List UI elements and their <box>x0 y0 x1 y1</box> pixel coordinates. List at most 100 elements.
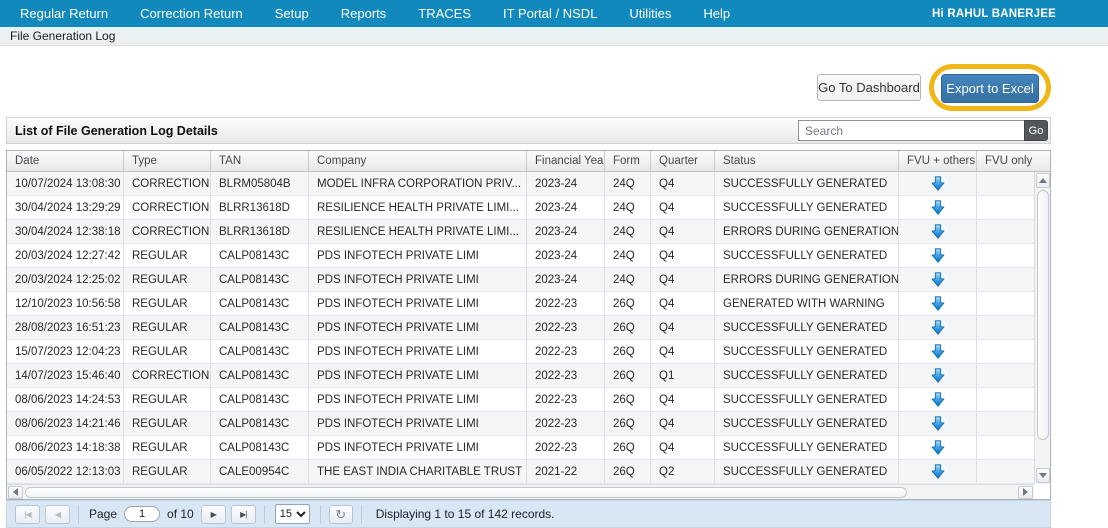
download-fvu-icon[interactable] <box>931 296 945 311</box>
column-header-fy[interactable]: Financial Year <box>527 151 605 171</box>
cell-company: PDS INFOTECH PRIVATE LIMI <box>309 244 527 267</box>
download-fvu-icon[interactable] <box>931 248 945 263</box>
cell-status: SUCCESSFULLY GENERATED <box>715 388 899 411</box>
file-generation-log-panel: List of File Generation Log Details Go D… <box>6 117 1051 528</box>
log-table: Date Type TAN Company Financial Year Form Quar… <box>6 150 1051 500</box>
nav-item-utilities[interactable]: Utilities <box>613 0 687 27</box>
nav-item-traces[interactable]: TRACES <box>402 0 487 27</box>
page-of-label: of 10 <box>167 507 194 521</box>
cell-status: SUCCESSFULLY GENERATED <box>715 460 899 483</box>
cell-date: 20/03/2024 12:25:02 <box>7 268 124 291</box>
column-header-type[interactable]: Type <box>124 151 211 171</box>
table-row[interactable]: 30/04/2024 12:38:18 CORRECTION BLRR13618D R… <box>7 220 1034 244</box>
vertical-scrollbar[interactable] <box>1034 172 1050 484</box>
cell-form: 26Q <box>605 388 651 411</box>
cell-form: 26Q <box>605 316 651 339</box>
scroll-up-button[interactable] <box>1035 173 1050 188</box>
cell-quarter: Q4 <box>651 316 715 339</box>
table-row[interactable]: 12/10/2023 10:56:58 REGULAR CALP08143C PDS … <box>7 292 1034 316</box>
cell-form: 26Q <box>605 460 651 483</box>
search-input[interactable] <box>798 120 1024 141</box>
records-summary: Displaying 1 to 15 of 142 records. <box>375 507 555 521</box>
download-fvu-icon[interactable] <box>931 368 945 383</box>
column-header-company[interactable]: Company <box>309 151 527 171</box>
download-fvu-icon[interactable] <box>931 176 945 191</box>
table-row[interactable]: 15/07/2023 12:04:23 REGULAR CALP08143C PDS … <box>7 340 1034 364</box>
cell-date: 10/07/2024 13:08:30 <box>7 172 124 195</box>
column-header-tan[interactable]: TAN <box>211 151 309 171</box>
cell-type: CORRECTION <box>124 364 211 387</box>
cell-type: REGULAR <box>124 436 211 459</box>
download-fvu-icon[interactable] <box>931 200 945 215</box>
cell-fy: 2023-24 <box>527 268 605 291</box>
column-header-fvu_others[interactable]: FVU + others <box>899 151 977 171</box>
cell-form: 26Q <box>605 292 651 315</box>
column-header-date[interactable]: Date <box>7 151 124 171</box>
cell-date: 08/06/2023 14:18:38 <box>7 436 124 459</box>
table-row[interactable]: 14/07/2023 15:46:40 CORRECTION CALP08143C P… <box>7 364 1034 388</box>
next-page-button[interactable]: ▶ <box>200 504 226 524</box>
vertical-scrollbar-thumb[interactable] <box>1036 190 1049 440</box>
download-fvu-icon[interactable] <box>931 320 945 335</box>
column-header-quarter[interactable]: Quarter <box>651 151 715 171</box>
download-fvu-icon[interactable] <box>931 272 945 287</box>
cell-fvu_only <box>977 388 1034 411</box>
table-row[interactable]: 06/05/2022 12:13:03 REGULAR CALE00954C THE … <box>7 460 1034 484</box>
nav-item-reports[interactable]: Reports <box>325 0 403 27</box>
horizontal-scrollbar[interactable] <box>7 484 1034 499</box>
cell-date: 30/04/2024 12:38:18 <box>7 220 124 243</box>
top-nav-bar: Regular Return Correction Return Setup Repo… <box>0 0 1108 27</box>
cell-fy: 2022-23 <box>527 412 605 435</box>
prev-page-button[interactable]: ◀ <box>45 504 70 524</box>
download-fvu-icon[interactable] <box>931 224 945 239</box>
nav-item-setup[interactable]: Setup <box>259 0 325 27</box>
cell-status: SUCCESSFULLY GENERATED <box>715 436 899 459</box>
column-header-form[interactable]: Form <box>605 151 651 171</box>
last-page-button[interactable]: ▶| <box>230 504 256 524</box>
export-to-excel-button[interactable]: Export to Excel <box>941 74 1039 103</box>
cell-tan: CALP08143C <box>211 316 309 339</box>
search-go-button[interactable]: Go <box>1024 120 1048 141</box>
table-row[interactable]: 08/06/2023 14:24:53 REGULAR CALP08143C PDS … <box>7 388 1034 412</box>
download-fvu-icon[interactable] <box>931 416 945 431</box>
cell-quarter: Q4 <box>651 340 715 363</box>
horizontal-scrollbar-thumb[interactable] <box>25 486 907 498</box>
cell-fvu_only <box>977 172 1034 195</box>
first-page-button[interactable]: |◀ <box>15 504 40 524</box>
go-to-dashboard-button[interactable]: Go To Dashboard <box>817 74 921 101</box>
scroll-right-button[interactable] <box>1018 485 1033 499</box>
cell-tan: BLRM05804B <box>211 172 309 195</box>
page-size-select[interactable]: 15 <box>274 504 310 524</box>
table-row[interactable]: 10/07/2024 13:08:30 CORRECTION BLRM05804B M… <box>7 172 1034 196</box>
download-fvu-icon[interactable] <box>931 440 945 455</box>
table-row[interactable]: 20/03/2024 12:27:42 REGULAR CALP08143C PDS … <box>7 244 1034 268</box>
nav-item-correction-return[interactable]: Correction Return <box>124 0 259 27</box>
scroll-left-button[interactable] <box>8 485 23 499</box>
cell-company: RESILIENCE HEALTH PRIVATE LIMI... <box>309 220 527 243</box>
table-row[interactable]: 30/04/2024 13:29:29 CORRECTION BLRR13618D R… <box>7 196 1034 220</box>
nav-item-help[interactable]: Help <box>687 0 746 27</box>
refresh-button[interactable]: ↻ <box>328 504 353 524</box>
cell-status: SUCCESSFULLY GENERATED <box>715 196 899 219</box>
table-body: 10/07/2024 13:08:30 CORRECTION BLRM05804B M… <box>7 172 1050 484</box>
table-row[interactable]: 08/06/2023 14:18:38 REGULAR CALP08143C PDS … <box>7 436 1034 460</box>
table-row[interactable]: 20/03/2024 12:25:02 REGULAR CALP08143C PDS … <box>7 268 1034 292</box>
table-row[interactable]: 28/08/2023 16:51:23 REGULAR CALP08143C PDS … <box>7 316 1034 340</box>
cell-status: ERRORS DURING GENERATION <box>715 220 899 243</box>
table-row[interactable]: 08/06/2023 14:21:46 REGULAR CALP08143C PDS … <box>7 412 1034 436</box>
download-fvu-icon[interactable] <box>931 344 945 359</box>
section-title: List of File Generation Log Details <box>15 123 218 138</box>
scroll-down-button[interactable] <box>1035 468 1050 483</box>
download-fvu-icon[interactable] <box>931 392 945 407</box>
column-header-fvu_only[interactable]: FVU only <box>977 151 1050 171</box>
nav-item-regular-return[interactable]: Regular Return <box>4 0 124 27</box>
page-number-input[interactable] <box>124 506 161 522</box>
download-fvu-icon[interactable] <box>931 464 945 479</box>
cell-status: GENERATED WITH WARNING <box>715 292 899 315</box>
cell-fvu_others <box>899 292 977 315</box>
user-greeting[interactable]: Hi RAHUL BANERJEE <box>932 8 1056 20</box>
cell-quarter: Q4 <box>651 196 715 219</box>
cell-form: 24Q <box>605 196 651 219</box>
column-header-status[interactable]: Status <box>715 151 899 171</box>
nav-item-it-portal-nsdl[interactable]: IT Portal / NSDL <box>487 0 613 27</box>
